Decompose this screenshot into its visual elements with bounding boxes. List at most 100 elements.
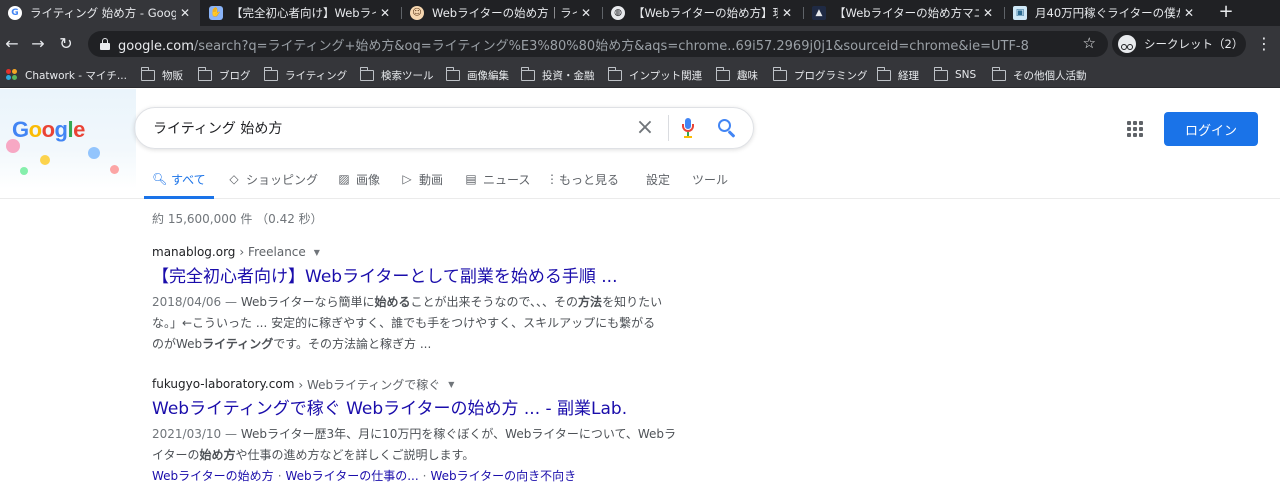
- bookmark-folder-programming[interactable]: プログラミング: [772, 66, 868, 83]
- result-path: › Freelance: [239, 245, 306, 259]
- bookmark-folder-sns[interactable]: SNS: [933, 66, 976, 83]
- search-result: fukugyo-laboratory.com › Webライティングで稼ぐ ▼ …: [152, 375, 712, 484]
- apps-grid-icon[interactable]: [1127, 121, 1143, 137]
- search-box[interactable]: ライティング 始め方 ×: [134, 107, 754, 149]
- login-button[interactable]: ログイン: [1164, 112, 1258, 146]
- tab-title: 月40万円稼ぐライターの僕が教: [1035, 6, 1180, 20]
- bookmark-star-icon[interactable]: ☆: [1083, 34, 1096, 52]
- news-icon: ▤: [465, 172, 477, 186]
- folder-icon: [933, 66, 948, 81]
- search-icon[interactable]: [717, 118, 737, 138]
- result-breadcrumb[interactable]: fukugyo-laboratory.com › Webライティングで稼ぐ ▼: [152, 375, 712, 393]
- folder-icon: [991, 66, 1006, 81]
- incognito-badge[interactable]: シークレット（2）: [1112, 31, 1246, 57]
- microphone-icon[interactable]: [681, 117, 695, 139]
- address-bar[interactable]: google.com/search?q=ライティング+始め方&oq=ライティング…: [88, 31, 1108, 57]
- avatar-icon: ☺: [410, 6, 424, 20]
- search-tabs-bar: 🔍︎ すべて ◇ ショッピング ▨ 画像 ▷ 動画 ▤ ニュース ⋮ もっと見る…: [0, 157, 1280, 199]
- portrait-icon: ▲: [812, 6, 826, 20]
- tab-news[interactable]: ▤ ニュース: [464, 170, 530, 188]
- bookmark-folder-hobby[interactable]: 趣味: [715, 66, 758, 83]
- tab-close-icon[interactable]: ✕: [778, 6, 796, 20]
- browser-tab-manablog[interactable]: ✋ 【完全初心者向け】Webライタ ✕: [201, 0, 400, 26]
- browser-tab-manual[interactable]: ▲ 【Webライターの始め方マニュ ✕: [804, 0, 1003, 26]
- result-sitelinks: Webライターの始め方 · Webライターの仕事の... · Webライターの向き不向き: [152, 467, 712, 484]
- snippet-text: です。その方法論と稼ぎ方 ...: [273, 337, 432, 351]
- search-input[interactable]: ライティング 始め方: [153, 118, 634, 138]
- browser-tab-400k[interactable]: ▣ 月40万円稼ぐライターの僕が教 ✕: [1005, 0, 1204, 26]
- snippet-highlight: ライティング: [202, 337, 274, 351]
- result-breadcrumb[interactable]: manablog.org › Freelance ▼: [152, 243, 712, 261]
- bookmark-folder-search-tools[interactable]: 検索ツール: [359, 66, 434, 83]
- clear-icon[interactable]: ×: [634, 117, 656, 139]
- tab-more[interactable]: ⋮ もっと見る: [546, 170, 619, 188]
- tab-title: 【完全初心者向け】Webライタ: [231, 6, 376, 20]
- tab-title: 【Webライターの始め方マニュ: [834, 6, 979, 20]
- image-icon: ▨: [338, 172, 350, 186]
- bookmark-folder-buppan[interactable]: 物販: [140, 66, 183, 83]
- result-date: 2018/04/06 —: [152, 295, 237, 309]
- tab-shopping[interactable]: ◇ ショッピング: [227, 170, 318, 188]
- bookmark-folder-investment[interactable]: 投資・金融: [520, 66, 595, 83]
- browser-tab-current-writer[interactable]: ◍ 【Webライターの始め方】現役 ✕: [603, 0, 802, 26]
- sitelink[interactable]: Webライターの向き不向き: [430, 469, 576, 483]
- bookmark-label: ライティング: [285, 69, 348, 82]
- bookmark-label: 検索ツール: [381, 69, 434, 82]
- tag-icon: ◇: [229, 172, 239, 186]
- folder-icon: [263, 66, 278, 81]
- tab-label: 設定: [646, 172, 671, 187]
- more-vert-icon: ⋮: [546, 172, 558, 186]
- sitelink[interactable]: Webライターの始め方: [152, 469, 274, 483]
- bookmark-folder-blog[interactable]: ブログ: [197, 66, 251, 83]
- result-title-link[interactable]: 【完全初心者向け】Webライターとして副業を始める手順 ...: [152, 264, 712, 290]
- tab-label: すべて: [171, 172, 206, 187]
- incognito-icon: [1118, 35, 1136, 53]
- result-site: fukugyo-laboratory.com: [152, 377, 295, 391]
- bookmark-chatwork[interactable]: Chatwork - マイチ...: [6, 67, 127, 83]
- url-path: /search?q=ライティング+始め方&oq=ライティング%E3%80%80始…: [193, 38, 1029, 54]
- bookmark-label: プログラミング: [794, 69, 868, 82]
- forward-arrow-icon[interactable]: →: [28, 34, 48, 54]
- tab-images[interactable]: ▨ 画像: [337, 170, 380, 188]
- snippet-text: ことが出来そうなので、、、その: [410, 295, 579, 309]
- bookmark-folder-writing[interactable]: ライティング: [263, 66, 348, 83]
- bookmark-label: Chatwork - マイチ...: [25, 69, 127, 82]
- bookmark-folder-other[interactable]: その他個人活動: [991, 66, 1087, 83]
- tab-all[interactable]: 🔍︎ すべて: [152, 170, 206, 188]
- tab-settings[interactable]: 設定: [646, 170, 670, 188]
- tab-close-icon[interactable]: ✕: [376, 6, 394, 20]
- browser-menu-icon[interactable]: ⋮: [1256, 34, 1272, 54]
- tab-close-icon[interactable]: ✕: [979, 6, 997, 20]
- folder-icon: [140, 66, 155, 81]
- bookmark-label: 経理: [898, 69, 919, 82]
- dropdown-caret-icon[interactable]: ▼: [448, 380, 454, 389]
- bookmark-folder-input[interactable]: インプット関連: [607, 66, 702, 83]
- bookmark-folder-image-edit[interactable]: 画像編集: [445, 66, 509, 83]
- tab-videos[interactable]: ▷ 動画: [400, 170, 443, 188]
- hand-icon: ✋: [209, 6, 223, 20]
- tab-title: 【Webライターの始め方】現役: [633, 6, 778, 20]
- tab-close-icon[interactable]: ✕: [176, 6, 194, 20]
- browser-tab-writer-start[interactable]: ☺ Webライターの始め方｜ライタ ✕: [402, 0, 601, 26]
- image-icon: ▣: [1013, 6, 1027, 20]
- snippet-text: や仕事の進め方などを詳しくご説明します。: [235, 448, 475, 462]
- url-host: google.com: [118, 38, 194, 54]
- new-tab-button[interactable]: +: [1216, 2, 1236, 22]
- snippet-text: な。」←こういった ... 安定的に稼ぎやすく、誰でも手をつけやすく、スキルアッ…: [152, 316, 656, 330]
- browser-tab-google-search[interactable]: G ライティング 始め方 - Google ✕: [0, 0, 200, 26]
- tab-close-icon[interactable]: ✕: [1180, 6, 1198, 20]
- sitelink[interactable]: Webライターの仕事の...: [286, 469, 419, 483]
- snippet-text: Webライター歴3年、月に10万円を稼ぐぼくが、Webライターについて、Webラ: [240, 427, 677, 441]
- tab-tools[interactable]: ツール: [692, 170, 728, 188]
- tab-close-icon[interactable]: ✕: [577, 6, 595, 20]
- incognito-label: シークレット（2）: [1144, 37, 1244, 51]
- search-box-divider: [668, 115, 669, 141]
- result-title-link[interactable]: Webライティングで稼ぐ Webライターの始め方 ... - 副業Lab.: [152, 396, 712, 422]
- reload-icon[interactable]: ↻: [56, 34, 76, 54]
- result-stats: 約 15,600,000 件 （0.42 秒）: [152, 212, 323, 226]
- bookmark-folder-accounting[interactable]: 経理: [876, 66, 919, 83]
- dropdown-caret-icon[interactable]: ▼: [314, 248, 320, 257]
- result-site: manablog.org: [152, 245, 236, 259]
- url-text[interactable]: google.com/search?q=ライティング+始め方&oq=ライティング…: [118, 35, 1108, 54]
- back-arrow-icon[interactable]: ←: [2, 34, 22, 54]
